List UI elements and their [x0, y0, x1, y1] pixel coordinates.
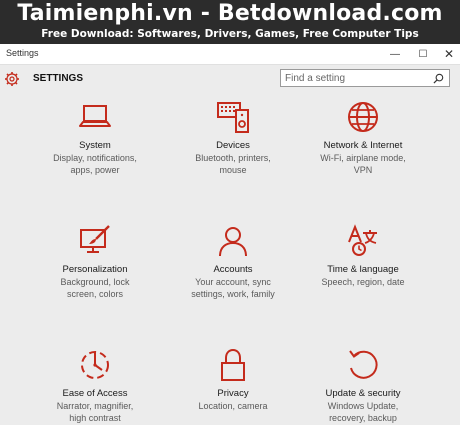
tile-update-security-name: Update & security — [325, 388, 401, 399]
tile-privacy-desc: Location, camera — [198, 401, 268, 411]
time-language-icon — [348, 224, 377, 256]
tile-ease-of-access-desc: Narrator, magnifier, high contrast — [56, 401, 134, 423]
refresh-icon — [349, 350, 378, 379]
search-input[interactable] — [285, 71, 425, 85]
tile-update-security[interactable]: Update & security Windows Update, recove… — [298, 348, 428, 424]
page-title: SETTINGS — [33, 73, 84, 84]
tile-devices[interactable]: Devices Bluetooth, printers, mouse — [168, 100, 298, 176]
tile-privacy[interactable]: Privacy Location, camera — [168, 348, 298, 412]
tile-personalization-name: Personalization — [62, 264, 128, 275]
tile-personalization-desc: Background, lock screen, colors — [60, 277, 130, 299]
watermark-subtitle: Free Download: Softwares, Drivers, Games… — [41, 28, 419, 40]
tile-network-name: Network & Internet — [323, 140, 403, 151]
tile-ease-of-access-name: Ease of Access — [62, 388, 128, 399]
tile-ease-of-access[interactable]: Ease of Access Narrator, magnifier, high… — [30, 348, 160, 424]
minimize-button[interactable]: — — [382, 44, 408, 64]
search-box[interactable] — [280, 69, 450, 87]
gear-icon — [5, 72, 19, 86]
settings-header: SETTINGS — [0, 65, 460, 93]
tile-update-security-desc: Windows Update, recovery, backup — [327, 401, 399, 423]
watermark-title: Taimienphi.vn - Betdownload.com — [17, 1, 443, 26]
laptop-icon — [79, 105, 111, 127]
tile-system-desc: Display, notifications, apps, power — [53, 153, 137, 175]
tile-accounts[interactable]: Accounts Your account, sync settings, wo… — [168, 224, 298, 300]
tile-time-language-name: Time & language — [327, 264, 399, 275]
tile-devices-desc: Bluetooth, printers, mouse — [195, 153, 271, 175]
close-button[interactable]: ✕ — [436, 44, 460, 64]
paintbrush-icon — [80, 225, 110, 253]
tile-devices-name: Devices — [216, 140, 250, 151]
watermark-banner: Taimienphi.vn - Betdownload.com Free Dow… — [0, 0, 460, 44]
tile-accounts-desc: Your account, sync settings, work, famil… — [191, 277, 275, 299]
tile-system[interactable]: System Display, notifications, apps, pow… — [30, 100, 160, 176]
tile-network[interactable]: Network & Internet Wi-Fi, airplane mode,… — [298, 100, 428, 176]
window-title: Settings — [6, 48, 39, 58]
lock-icon — [221, 348, 245, 381]
search-icon[interactable] — [433, 73, 444, 84]
tile-accounts-name: Accounts — [213, 264, 253, 275]
tile-system-name: System — [79, 140, 111, 151]
tile-time-language[interactable]: Time & language Speech, region, date — [298, 224, 428, 288]
tile-privacy-name: Privacy — [217, 388, 249, 399]
devices-icon — [217, 102, 249, 133]
window-titlebar: Settings — ☐ ✕ — [0, 44, 460, 65]
maximize-button[interactable]: ☐ — [410, 44, 436, 64]
globe-icon — [348, 102, 378, 132]
person-icon — [219, 227, 247, 257]
ease-of-access-icon — [81, 351, 109, 379]
tile-network-desc: Wi-Fi, airplane mode, VPN — [320, 153, 406, 175]
tile-time-language-desc: Speech, region, date — [321, 277, 405, 287]
tile-personalization[interactable]: Personalization Background, lock screen,… — [30, 224, 160, 300]
